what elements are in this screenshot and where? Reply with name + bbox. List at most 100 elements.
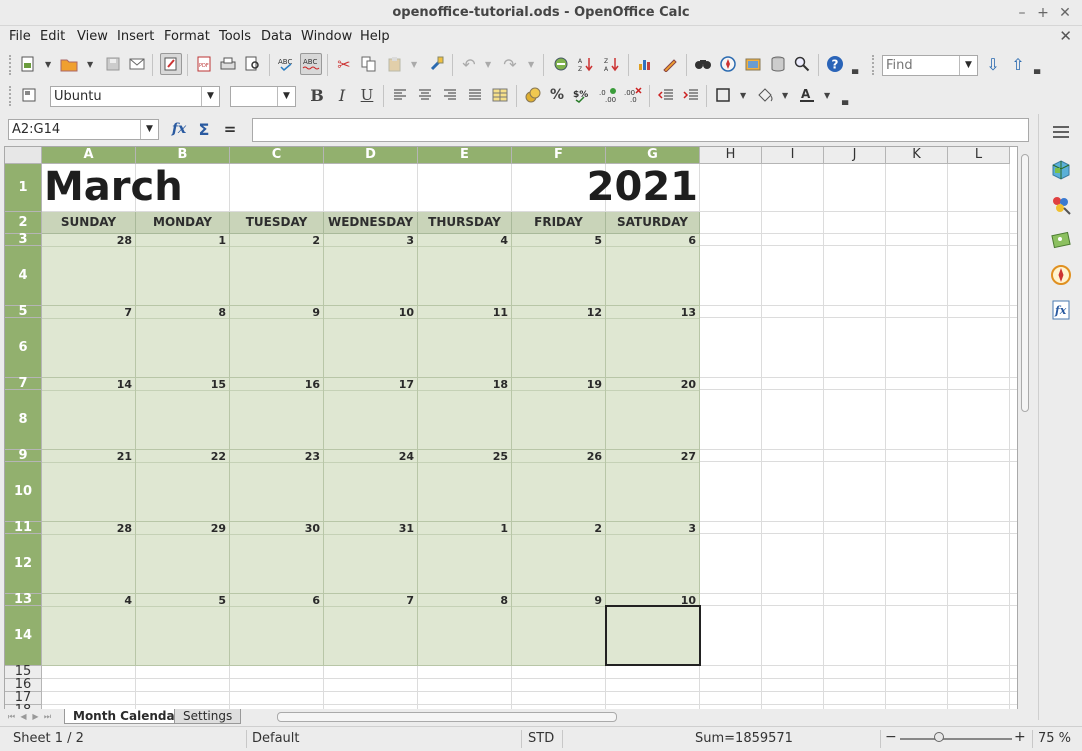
function-icon[interactable]: = bbox=[219, 118, 241, 140]
calendar-day-cell[interactable]: 15 bbox=[136, 378, 230, 450]
day-header[interactable]: TUESDAY bbox=[230, 212, 324, 234]
sidebar-gallery-icon[interactable] bbox=[1048, 227, 1074, 253]
column-header[interactable]: L bbox=[948, 147, 1010, 164]
function-wizard-icon[interactable]: fx bbox=[168, 118, 190, 140]
copy-icon[interactable] bbox=[358, 53, 380, 75]
select-all-corner[interactable] bbox=[5, 147, 42, 164]
day-header[interactable]: MONDAY bbox=[136, 212, 230, 234]
close-document-button[interactable]: ✕ bbox=[1059, 27, 1072, 45]
font-color-dropdown-icon[interactable]: ▼ bbox=[824, 91, 830, 100]
styles-formatting-icon[interactable] bbox=[18, 84, 40, 106]
calendar-day-cell[interactable]: 2 bbox=[230, 234, 324, 306]
standard-format-icon[interactable]: $% bbox=[571, 84, 593, 106]
row-header[interactable]: 4 bbox=[5, 246, 42, 306]
calendar-day-cell[interactable]: 20 bbox=[606, 378, 700, 450]
column-header[interactable]: G bbox=[606, 147, 700, 164]
find-toolbar-overflow-icon[interactable]: ▄ bbox=[1034, 65, 1040, 74]
row-header[interactable]: 3 bbox=[5, 233, 42, 246]
page-style[interactable]: Default bbox=[252, 731, 300, 746]
font-size-dropdown-icon[interactable]: ▼ bbox=[277, 87, 295, 106]
redo-icon[interactable]: ↷ bbox=[499, 53, 521, 75]
align-right-icon[interactable] bbox=[439, 84, 461, 106]
column-header[interactable]: I bbox=[762, 147, 824, 164]
calendar-day-cell[interactable]: 9 bbox=[512, 594, 606, 666]
menu-insert[interactable]: Insert bbox=[117, 29, 154, 44]
tab-month-calendar[interactable]: Month Calendar bbox=[64, 709, 190, 724]
row-header[interactable]: 11 bbox=[5, 521, 42, 534]
align-center-icon[interactable] bbox=[414, 84, 436, 106]
export-pdf-icon[interactable]: PDF bbox=[193, 53, 215, 75]
undo-icon[interactable]: ↶ bbox=[458, 53, 480, 75]
menu-data[interactable]: Data bbox=[261, 29, 292, 44]
calendar-day-cell[interactable]: 6 bbox=[230, 594, 324, 666]
italic-icon[interactable]: I bbox=[331, 84, 353, 106]
vertical-scrollbar[interactable] bbox=[1018, 146, 1032, 710]
calendar-day-cell[interactable]: 31 bbox=[324, 522, 418, 594]
find-dropdown-icon[interactable]: ▼ bbox=[959, 56, 977, 75]
format-toolbar-grip[interactable] bbox=[9, 86, 13, 106]
row-header[interactable]: 2 bbox=[5, 212, 42, 234]
row-header[interactable]: 7 bbox=[5, 377, 42, 390]
paste-icon[interactable] bbox=[384, 53, 406, 75]
font-name-box[interactable]: Ubuntu ▼ bbox=[50, 86, 220, 107]
justify-icon[interactable] bbox=[464, 84, 486, 106]
sum-icon[interactable]: Σ bbox=[193, 118, 215, 140]
calendar-day-cell[interactable]: 30 bbox=[230, 522, 324, 594]
row-header[interactable]: 1 bbox=[5, 164, 42, 212]
column-header[interactable]: E bbox=[418, 147, 512, 164]
spellcheck-icon[interactable]: ABC bbox=[275, 53, 297, 75]
maximize-button[interactable]: + bbox=[1033, 3, 1053, 23]
spreadsheet-grid[interactable]: ABCDEFGHIJKL 123456789101112131415161718… bbox=[4, 146, 1018, 710]
calendar-day-cell[interactable]: 5 bbox=[512, 234, 606, 306]
menu-tools[interactable]: Tools bbox=[219, 29, 251, 44]
calendar-day-cell[interactable]: 28 bbox=[42, 522, 136, 594]
column-header[interactable]: H bbox=[700, 147, 762, 164]
day-header[interactable]: WEDNESDAY bbox=[324, 212, 418, 234]
zoom-out-icon[interactable]: − bbox=[885, 729, 897, 745]
calendar-day-cell[interactable]: 4 bbox=[418, 234, 512, 306]
vertical-scroll-thumb[interactable] bbox=[1021, 154, 1029, 412]
next-sheet-icon[interactable]: ▶ bbox=[30, 711, 41, 723]
menu-file[interactable]: File bbox=[9, 29, 31, 44]
borders-dropdown-icon[interactable]: ▼ bbox=[740, 91, 746, 100]
increase-indent-icon[interactable] bbox=[680, 84, 702, 106]
calendar-day-cell[interactable]: 28 bbox=[42, 234, 136, 306]
zoom-slider-knob[interactable] bbox=[934, 732, 944, 742]
sort-ascending-icon[interactable]: AZ bbox=[575, 53, 597, 75]
format-toolbar-overflow-icon[interactable]: ▄ bbox=[842, 96, 848, 105]
calendar-day-cell[interactable]: 4 bbox=[42, 594, 136, 666]
edit-file-icon[interactable] bbox=[160, 53, 182, 75]
clone-formatting-icon[interactable] bbox=[426, 53, 448, 75]
data-sources-icon[interactable] bbox=[767, 53, 789, 75]
font-color-icon[interactable]: A bbox=[796, 84, 818, 106]
sort-descending-icon[interactable]: ZA bbox=[601, 53, 623, 75]
row-header[interactable]: 9 bbox=[5, 449, 42, 462]
show-draw-functions-icon[interactable] bbox=[659, 53, 681, 75]
cut-icon[interactable]: ✂ bbox=[333, 53, 355, 75]
functions-icon[interactable]: fx bbox=[1048, 297, 1074, 323]
calendar-day-cell[interactable]: 7 bbox=[42, 306, 136, 378]
new-document-icon[interactable] bbox=[17, 53, 39, 75]
calendar-day-cell[interactable]: 24 bbox=[324, 450, 418, 522]
open-folder-icon[interactable] bbox=[58, 53, 80, 75]
menu-edit[interactable]: Edit bbox=[40, 29, 65, 44]
sidebar-menu-icon[interactable] bbox=[1048, 119, 1074, 145]
sidebar-navigator-icon[interactable] bbox=[1048, 262, 1074, 288]
calendar-day-cell[interactable]: 26 bbox=[512, 450, 606, 522]
column-header[interactable]: K bbox=[886, 147, 948, 164]
underline-icon[interactable]: U bbox=[356, 84, 378, 106]
calendar-day-cell[interactable]: 5 bbox=[136, 594, 230, 666]
styles-icon[interactable] bbox=[1048, 192, 1074, 218]
formula-input[interactable] bbox=[252, 118, 1029, 142]
bold-icon[interactable]: B bbox=[306, 84, 328, 106]
row-header[interactable]: 10 bbox=[5, 462, 42, 522]
selection-sum[interactable]: Sum=1859571 bbox=[695, 731, 793, 746]
find-next-icon[interactable]: ⇩ bbox=[982, 53, 1004, 75]
minimize-button[interactable]: – bbox=[1012, 3, 1032, 23]
currency-format-icon[interactable] bbox=[522, 84, 544, 106]
font-name-dropdown-icon[interactable]: ▼ bbox=[201, 87, 219, 106]
toolbar-overflow-icon[interactable]: ▄ bbox=[852, 65, 858, 74]
row-header[interactable]: 8 bbox=[5, 390, 42, 450]
calendar-day-cell[interactable]: 3 bbox=[324, 234, 418, 306]
tab-settings[interactable]: Settings bbox=[174, 709, 242, 724]
